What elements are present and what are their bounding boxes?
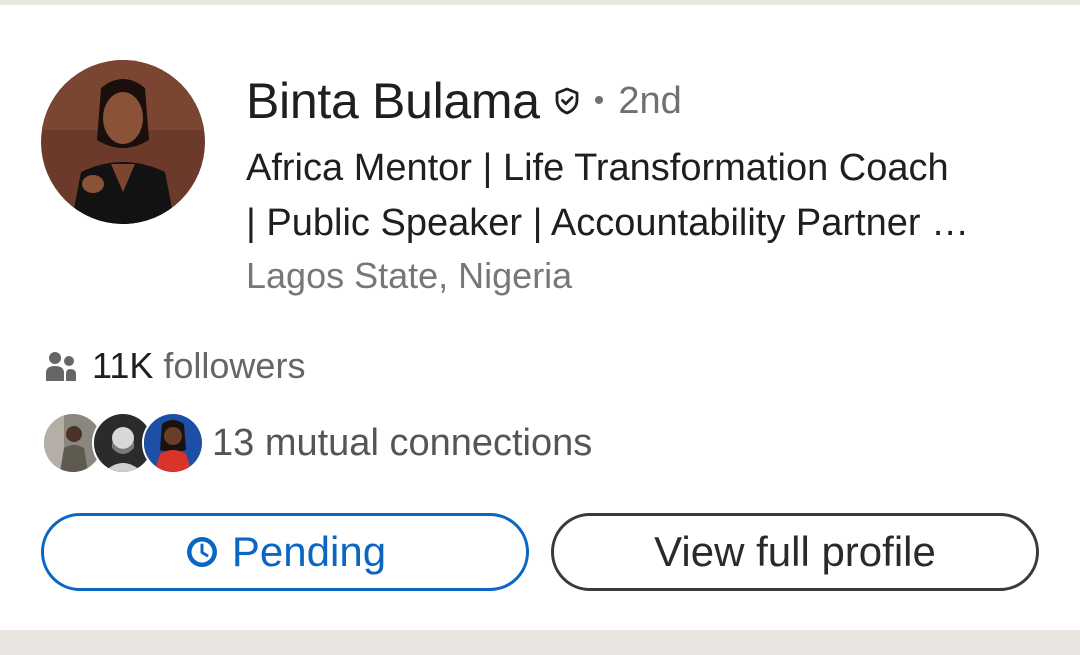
followers-row: 11K followers	[44, 342, 305, 390]
profile-headline: Africa Mentor | Life Transformation Coac…	[246, 141, 1046, 251]
pending-button[interactable]: Pending	[41, 513, 529, 591]
mutual-connections-row[interactable]: 13 mutual connections	[42, 411, 592, 475]
degree-separator: •	[593, 84, 605, 117]
followers-label: followers	[163, 345, 306, 386]
avatar-photo	[41, 60, 205, 224]
view-full-profile-button[interactable]: View full profile	[551, 513, 1039, 591]
profile-name[interactable]: Binta Bulama	[246, 72, 540, 130]
mutual-connections-text[interactable]: 13 mutual connections	[212, 422, 592, 465]
followers-count: 11K	[92, 345, 154, 386]
connection-degree: 2nd	[618, 79, 682, 122]
profile-avatar[interactable]	[41, 60, 205, 224]
headline-line: Africa Mentor | Life Transformation Coac…	[246, 147, 949, 189]
people-icon	[44, 349, 78, 383]
profile-card: Binta Bulama • 2nd Africa Mentor | Life …	[0, 5, 1080, 630]
pending-button-label: Pending	[231, 528, 387, 575]
mutual-avatar	[142, 412, 204, 474]
clock-icon	[184, 534, 220, 570]
name-row: Binta Bulama • 2nd	[246, 69, 682, 133]
shield-check-icon	[554, 87, 580, 115]
mutual-avatars	[42, 412, 206, 474]
profile-location: Lagos State, Nigeria	[246, 255, 573, 296]
view-full-profile-label: View full profile	[654, 528, 936, 575]
headline-line: | Public Speaker | Accountability Partne…	[246, 202, 970, 244]
